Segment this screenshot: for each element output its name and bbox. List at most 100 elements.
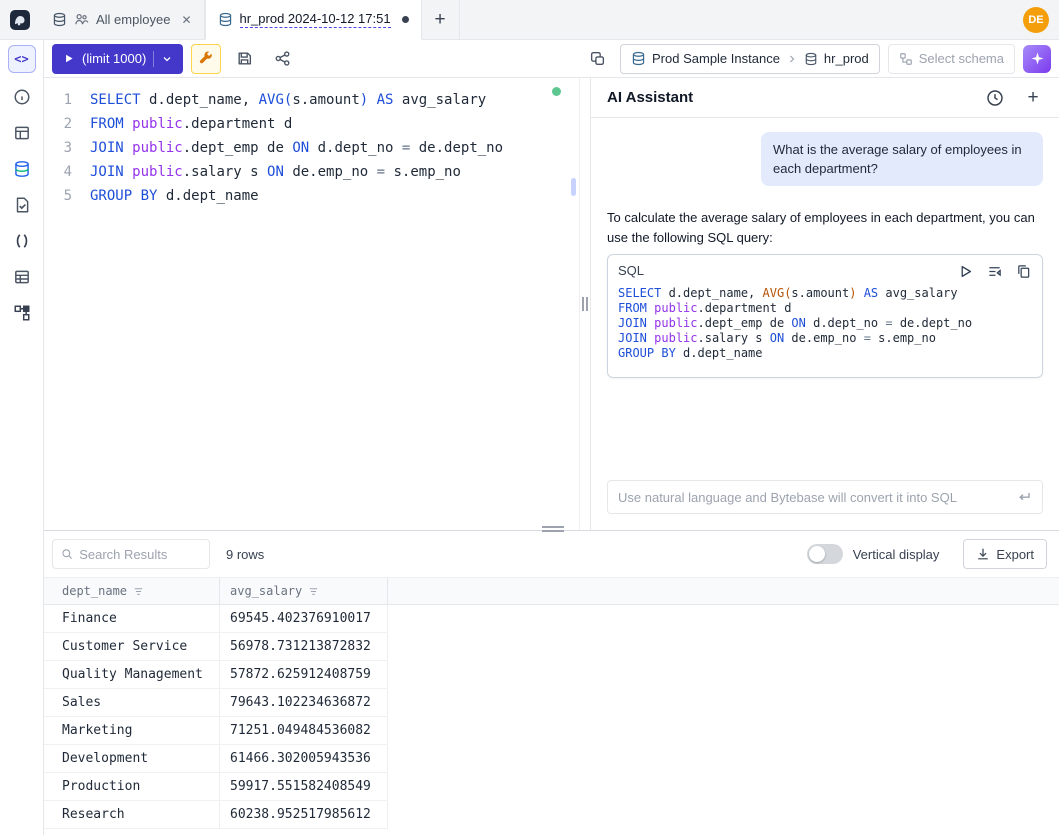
table-row[interactable]: Quality Management57872.625912408759 — [44, 661, 388, 689]
table-row[interactable]: Customer Service56978.731213872832 — [44, 633, 388, 661]
table-cell: Customer Service — [52, 633, 220, 660]
sql-card-header: SQL — [618, 261, 1032, 281]
table-cell: Marketing — [52, 717, 220, 744]
download-icon — [976, 547, 990, 561]
tab-bar: All employee ✕ hr_prod 2024-10-12 17:51 … — [0, 0, 1059, 40]
code-line[interactable]: 4JOIN public.salary s ON de.emp_no = s.e… — [44, 160, 579, 184]
sort-icon[interactable] — [308, 586, 319, 597]
line-number: 4 — [44, 160, 90, 184]
results-controls: 9 rows Vertical display Export — [44, 531, 1059, 577]
sort-icon[interactable] — [133, 586, 144, 597]
sql-editor-code-button[interactable]: <> — [8, 45, 36, 73]
table-row[interactable]: Sales79643.102234636872 — [44, 689, 388, 717]
run-button-label: (limit 1000) — [82, 51, 146, 66]
brackets-icon[interactable] — [12, 231, 32, 251]
table-row[interactable]: Marketing71251.049484536082 — [44, 717, 388, 745]
results-table: dept_name avg_salary Finance69545.402376… — [44, 577, 1059, 835]
layout-toggle-icon — [589, 50, 606, 67]
assistant-reply-text: To calculate the average salary of emplo… — [607, 208, 1043, 248]
schema-icon — [899, 52, 913, 66]
table-cell: 60238.952517985612 — [220, 801, 388, 828]
table-cell: Research — [52, 801, 220, 828]
close-tab-icon[interactable]: ✕ — [181, 13, 191, 27]
divider — [153, 51, 154, 67]
postgres-icon — [218, 12, 233, 27]
column-header-dept-name[interactable]: dept_name — [52, 578, 220, 604]
editor-toolbar: (limit 1000) — [44, 40, 1059, 78]
table-body: Finance69545.402376910017Customer Servic… — [44, 605, 1059, 829]
save-icon — [236, 50, 253, 67]
table-cell: 57872.625912408759 — [220, 661, 388, 688]
code-line[interactable]: 3JOIN public.dept_emp de ON d.dept_no = … — [44, 136, 579, 160]
toolbar-right: Prod Sample Instance hr_prod Select sche… — [582, 44, 1051, 74]
info-icon[interactable] — [12, 87, 32, 107]
ai-panel-header: AI Assistant + — [591, 78, 1059, 118]
table-schema-icon[interactable] — [12, 123, 32, 143]
vertical-splitter[interactable] — [579, 78, 591, 530]
code-line[interactable]: 5GROUP BY d.dept_name — [44, 184, 579, 208]
save-button[interactable] — [229, 44, 259, 74]
sql-editor-app: All employee ✕ hr_prod 2024-10-12 17:51 … — [0, 0, 1059, 835]
connection-breadcrumb[interactable]: Prod Sample Instance hr_prod — [620, 44, 880, 74]
share-button[interactable] — [267, 44, 297, 74]
code-line[interactable]: 2FROM public.department d — [44, 112, 579, 136]
history-clock-icon[interactable] — [985, 88, 1005, 108]
schema-selector[interactable]: Select schema — [888, 44, 1015, 74]
data-flow-icon[interactable] — [12, 303, 32, 323]
export-label: Export — [996, 547, 1034, 562]
app-logo[interactable] — [0, 0, 40, 39]
admin-wrench-button[interactable] — [191, 44, 221, 74]
export-button[interactable]: Export — [963, 539, 1047, 569]
search-results-input[interactable] — [79, 547, 201, 562]
workspace: 1SELECT d.dept_name, AVG(s.amount) AS av… — [44, 78, 1059, 530]
table-row[interactable]: Finance69545.402376910017 — [44, 605, 388, 633]
vertical-display-toggle[interactable] — [807, 544, 843, 564]
enter-key-icon — [1016, 489, 1032, 505]
run-query-button[interactable]: (limit 1000) — [52, 44, 183, 74]
sql-card-label: SQL — [618, 261, 644, 281]
tab-all-employee[interactable]: All employee ✕ — [40, 0, 205, 39]
sql-card-code: SELECT d.dept_name, AVG(s.amount) AS avg… — [618, 286, 1032, 361]
insert-into-editor-icon[interactable] — [986, 263, 1003, 280]
new-chat-plus-icon[interactable]: + — [1023, 88, 1043, 108]
table-cell: 61466.302005943536 — [220, 745, 388, 772]
schema-placeholder: Select schema — [919, 51, 1004, 66]
code-line[interactable]: FROM public.department d — [618, 301, 1032, 316]
instance-name: Prod Sample Instance — [652, 51, 780, 66]
toggle-knob — [809, 546, 825, 562]
copy-sql-icon[interactable] — [1015, 263, 1032, 280]
share-icon — [274, 50, 291, 67]
result-table-icon[interactable] — [12, 267, 32, 287]
user-avatar[interactable]: DE — [1023, 7, 1049, 33]
layout-toggle-button[interactable] — [582, 44, 612, 74]
results-right-controls: Vertical display Export — [807, 539, 1047, 569]
table-cell: Finance — [52, 605, 220, 632]
table-row[interactable]: Development61466.302005943536 — [44, 745, 388, 773]
editor-scrollbar-thumb[interactable] — [571, 178, 576, 196]
table-cell: Sales — [52, 689, 220, 716]
table-row[interactable]: Research60238.952517985612 — [44, 801, 388, 829]
database-diagram-icon[interactable] — [12, 159, 32, 179]
code-line[interactable]: GROUP BY d.dept_name — [618, 346, 1032, 361]
ai-input[interactable] — [618, 490, 1008, 505]
ai-input-box[interactable] — [607, 480, 1043, 514]
sql-editor[interactable]: 1SELECT d.dept_name, AVG(s.amount) AS av… — [44, 78, 579, 530]
tab-hr-prod[interactable]: hr_prod 2024-10-12 17:51 — [205, 0, 422, 40]
code-line[interactable]: JOIN public.dept_emp de ON d.dept_no = d… — [618, 316, 1032, 331]
new-tab-button[interactable]: + — [422, 0, 460, 39]
code-line[interactable]: SELECT d.dept_name, AVG(s.amount) AS avg… — [618, 286, 1032, 301]
ai-chat-area: What is the average salary of employees … — [591, 118, 1059, 468]
run-sql-icon[interactable] — [957, 263, 974, 280]
horizontal-splitter-handle[interactable] — [542, 526, 564, 532]
chevron-down-icon[interactable] — [161, 53, 173, 65]
code-line[interactable]: JOIN public.salary s ON de.emp_no = s.em… — [618, 331, 1032, 346]
ai-assistant-button[interactable] — [1023, 45, 1051, 73]
sheet-check-icon[interactable] — [12, 195, 32, 215]
search-results-box[interactable] — [52, 539, 210, 569]
code-line[interactable]: 1SELECT d.dept_name, AVG(s.amount) AS av… — [44, 88, 579, 112]
table-cell: 59917.551582408549 — [220, 773, 388, 800]
table-row[interactable]: Production59917.551582408549 — [44, 773, 388, 801]
tab-label: hr_prod 2024-10-12 17:51 — [240, 11, 391, 28]
column-header-avg-salary[interactable]: avg_salary — [220, 578, 388, 604]
postgres-icon — [631, 51, 646, 66]
